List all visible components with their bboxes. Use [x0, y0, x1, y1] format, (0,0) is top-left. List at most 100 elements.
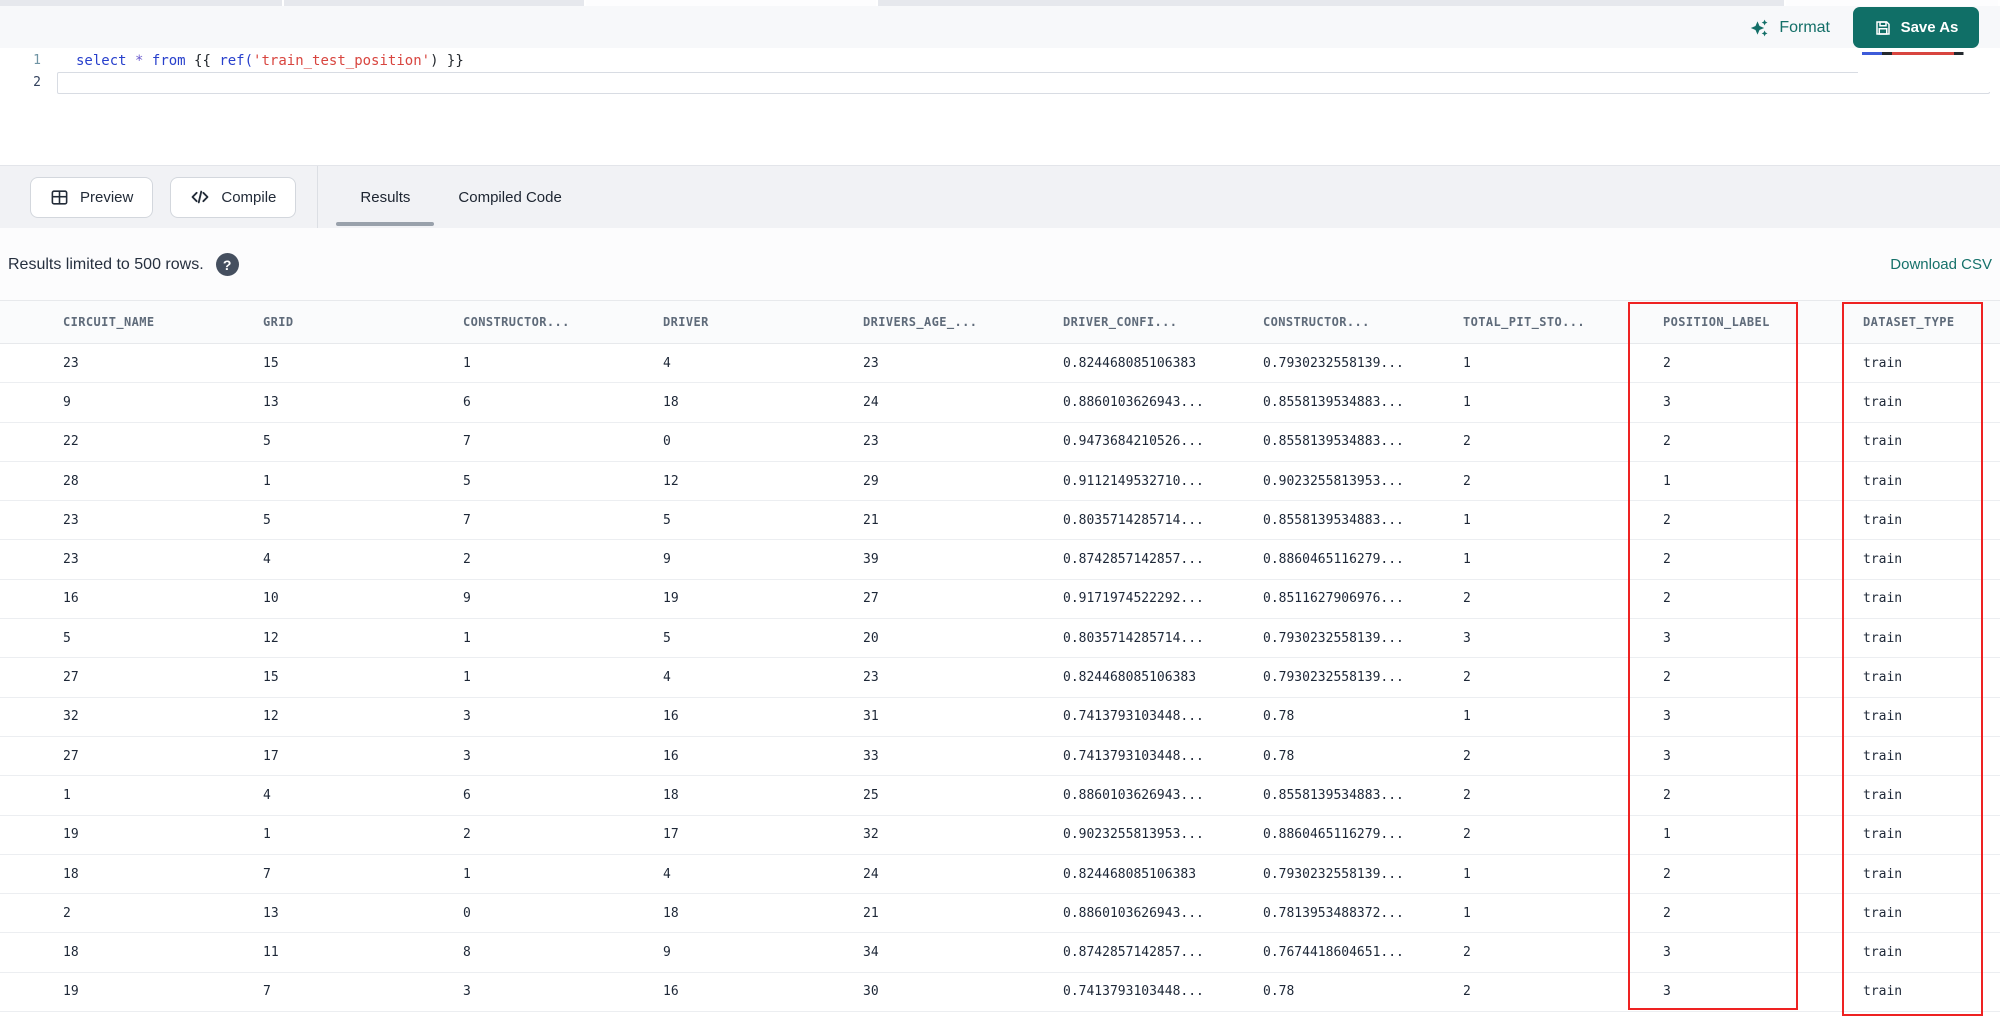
code-line-2-text[interactable] [57, 72, 1990, 94]
table-cell: 0.78 [1263, 984, 1295, 1000]
table-cell: train [1863, 394, 1903, 410]
table-cell: 1 [263, 473, 271, 489]
table-cell: 9 [663, 552, 671, 568]
table-cell: train [1863, 945, 1903, 961]
table-cell: train [1863, 512, 1903, 528]
table-cell: 12 [663, 473, 679, 489]
line-number-2: 2 [33, 75, 41, 90]
preview-button[interactable]: Preview [30, 176, 154, 218]
table-cell: 23 [863, 670, 879, 686]
table-cell: 17 [663, 827, 679, 843]
line-number-1: 1 [33, 53, 41, 68]
table-cell: 0.9473684210526... [1063, 434, 1204, 450]
sql-editor[interactable]: 1 select * from {{ ref('train_test_posit… [0, 48, 2000, 165]
column-header[interactable]: DRIVER_CONFI... [1000, 315, 1200, 329]
table-cell: 0.8742857142857... [1063, 945, 1204, 961]
table-cell: train [1863, 905, 1903, 921]
table-cell: 0.7674418604651... [1263, 945, 1404, 961]
table-cell: 1 [1463, 512, 1471, 528]
format-button[interactable]: Format [1750, 14, 1830, 42]
code-token: 'train_test_position' [253, 53, 431, 69]
table-cell: 3 [1663, 709, 1671, 725]
table-cell: 0.8558139534883... [1263, 787, 1404, 803]
save-as-button[interactable]: Save As [1853, 7, 1979, 48]
table-cell: 2 [1663, 787, 1671, 803]
table-cell: 0.7813953488372... [1263, 905, 1404, 921]
column-header[interactable]: DATASET_TYPE [1800, 315, 2000, 329]
table-row: 23 5 7 5 21 0.8035714285714... 0.8558139534883… [0, 501, 2000, 541]
table-cell: train [1863, 827, 1903, 843]
table-cell: 0.8035714285714... [1063, 630, 1204, 646]
table-cell: 18 [663, 905, 679, 921]
table-cell: 16 [663, 984, 679, 1000]
table-cell: 0.824468085106383 [1063, 866, 1197, 882]
column-header[interactable]: CONSTRUCTOR... [1200, 315, 1400, 329]
table-cell: 18 [663, 394, 679, 410]
compile-button[interactable]: Compile [170, 176, 297, 218]
table-cell: train [1863, 630, 1903, 646]
table-cell: 2 [1663, 591, 1671, 607]
table-cell: 0.824468085106383 [1063, 355, 1197, 371]
tab-results[interactable]: Results [336, 166, 435, 228]
table-cell: 34 [863, 945, 879, 961]
table-cell: 1 [263, 827, 271, 843]
table-cell: 27 [63, 748, 79, 764]
table-row: 27 15 1 4 23 0.824468085106383 0.7930232558139… [0, 658, 2000, 698]
table-cell: 0.8558139534883... [1263, 512, 1404, 528]
table-cell: 17 [263, 748, 279, 764]
table-cell: 32 [63, 709, 79, 725]
table-cell: 8 [463, 945, 471, 961]
table-cell: 5 [63, 630, 71, 646]
table-cell: 5 [663, 512, 671, 528]
table-cell: 3 [1663, 984, 1671, 1000]
table-cell: 1 [1463, 709, 1471, 725]
table-cell: train [1863, 748, 1903, 764]
column-header[interactable]: DRIVER [600, 315, 800, 329]
table-cell: train [1863, 434, 1903, 450]
table-cell: 24 [863, 866, 879, 882]
column-header[interactable]: DRIVERS_AGE_... [800, 315, 1000, 329]
column-header[interactable]: CIRCUIT_NAME [0, 315, 200, 329]
table-cell: 9 [463, 591, 471, 607]
download-csv-link[interactable]: Download CSV [1890, 256, 1992, 273]
tab-compiled-code[interactable]: Compiled Code [434, 166, 585, 228]
table-cell: 0.8860103626943... [1063, 905, 1204, 921]
table-cell: 1 [463, 355, 471, 371]
column-header[interactable]: CONSTRUCTOR... [400, 315, 600, 329]
table-cell: 21 [863, 905, 879, 921]
table-cell: 0.7413793103448... [1063, 984, 1204, 1000]
table-cell: 2 [1663, 552, 1671, 568]
table-cell: 0.8742857142857... [1063, 552, 1204, 568]
table-row: 22 5 7 0 23 0.9473684210526... 0.8558139534883… [0, 422, 2000, 462]
results-table: CIRCUIT_NAME GRID CONSTRUCTOR... DRIVER DRIV… [0, 300, 2000, 1013]
table-cell: train [1863, 866, 1903, 882]
table-cell: 1 [463, 630, 471, 646]
table-cell: 13 [263, 905, 279, 921]
table-cell: 2 [1463, 945, 1471, 961]
code-line-1-text[interactable]: select * from {{ ref('train_test_positio… [50, 50, 1990, 72]
column-header[interactable]: TOTAL_PIT_STO... [1400, 315, 1600, 329]
table-cell: train [1863, 355, 1903, 371]
results-limit-text: Results limited to 500 rows. [8, 255, 204, 273]
table-cell: 5 [263, 434, 271, 450]
table-cell: 0.7930232558139... [1263, 866, 1404, 882]
table-cell: train [1863, 670, 1903, 686]
table-cell: 2 [1663, 866, 1671, 882]
table-cell: 3 [1663, 945, 1671, 961]
table-cell: 0.8558139534883... [1263, 394, 1404, 410]
code-token: from [151, 53, 186, 69]
code-token: select [76, 53, 127, 69]
table-cell: 2 [463, 552, 471, 568]
column-header[interactable]: GRID [200, 315, 400, 329]
table-cell: 3 [463, 748, 471, 764]
editor-minimap[interactable] [1858, 50, 1990, 92]
code-token: ref( [219, 53, 254, 69]
table-row: 1 4 6 18 25 0.8860103626943... 0.8558139534883… [0, 776, 2000, 816]
table-cell: 3 [1663, 394, 1671, 410]
column-header[interactable]: POSITION_LABEL [1600, 315, 1800, 329]
help-icon[interactable]: ? [215, 253, 239, 276]
table-row: 16 10 9 19 27 0.9171974522292... 0.85116279069… [0, 579, 2000, 620]
table-cell: 18 [63, 945, 79, 961]
toolbar-divider [317, 165, 319, 229]
